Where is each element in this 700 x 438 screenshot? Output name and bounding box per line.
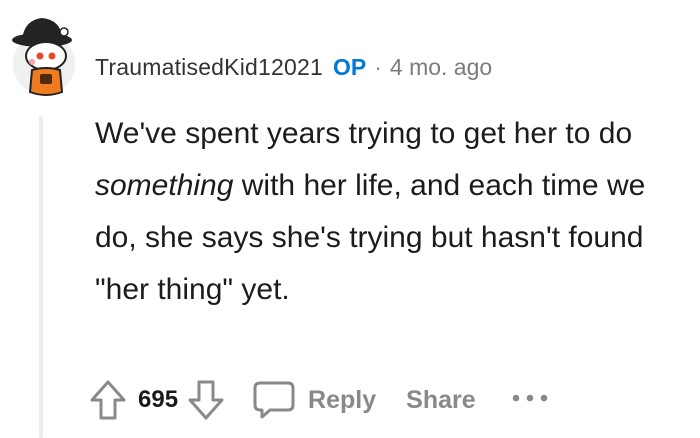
downvote-button[interactable] [186, 378, 226, 422]
thread-line[interactable] [39, 116, 43, 438]
vote-score: 695 [138, 386, 179, 413]
comment-header: TraumatisedKid12021 OP · 4 mo. ago [95, 52, 492, 82]
reply-button[interactable]: Reply [252, 379, 376, 421]
comment-text-emphasis: something [95, 169, 234, 202]
comment-body: We've spent years trying to get her to d… [95, 108, 675, 316]
reply-label: Reply [308, 385, 377, 414]
separator-dot: · [374, 53, 382, 80]
upvote-icon [90, 380, 126, 420]
downvote-icon [188, 380, 224, 420]
share-button[interactable]: Share [406, 386, 475, 415]
comment-text-part-1: We've spent years trying to get her to d… [95, 117, 633, 150]
user-avatar[interactable] [10, 12, 78, 102]
snoo-avatar-icon [12, 18, 75, 96]
comment-timestamp[interactable]: 4 mo. ago [390, 54, 492, 81]
more-options-button[interactable] [510, 390, 550, 410]
reply-bubble-icon [253, 381, 295, 419]
upvote-button[interactable] [88, 378, 128, 422]
op-badge: OP [332, 53, 367, 80]
comment-actions: 695 Reply Share [88, 376, 550, 424]
more-horizontal-icon [512, 394, 547, 402]
username-link[interactable]: TraumatisedKid12021 [95, 54, 323, 81]
